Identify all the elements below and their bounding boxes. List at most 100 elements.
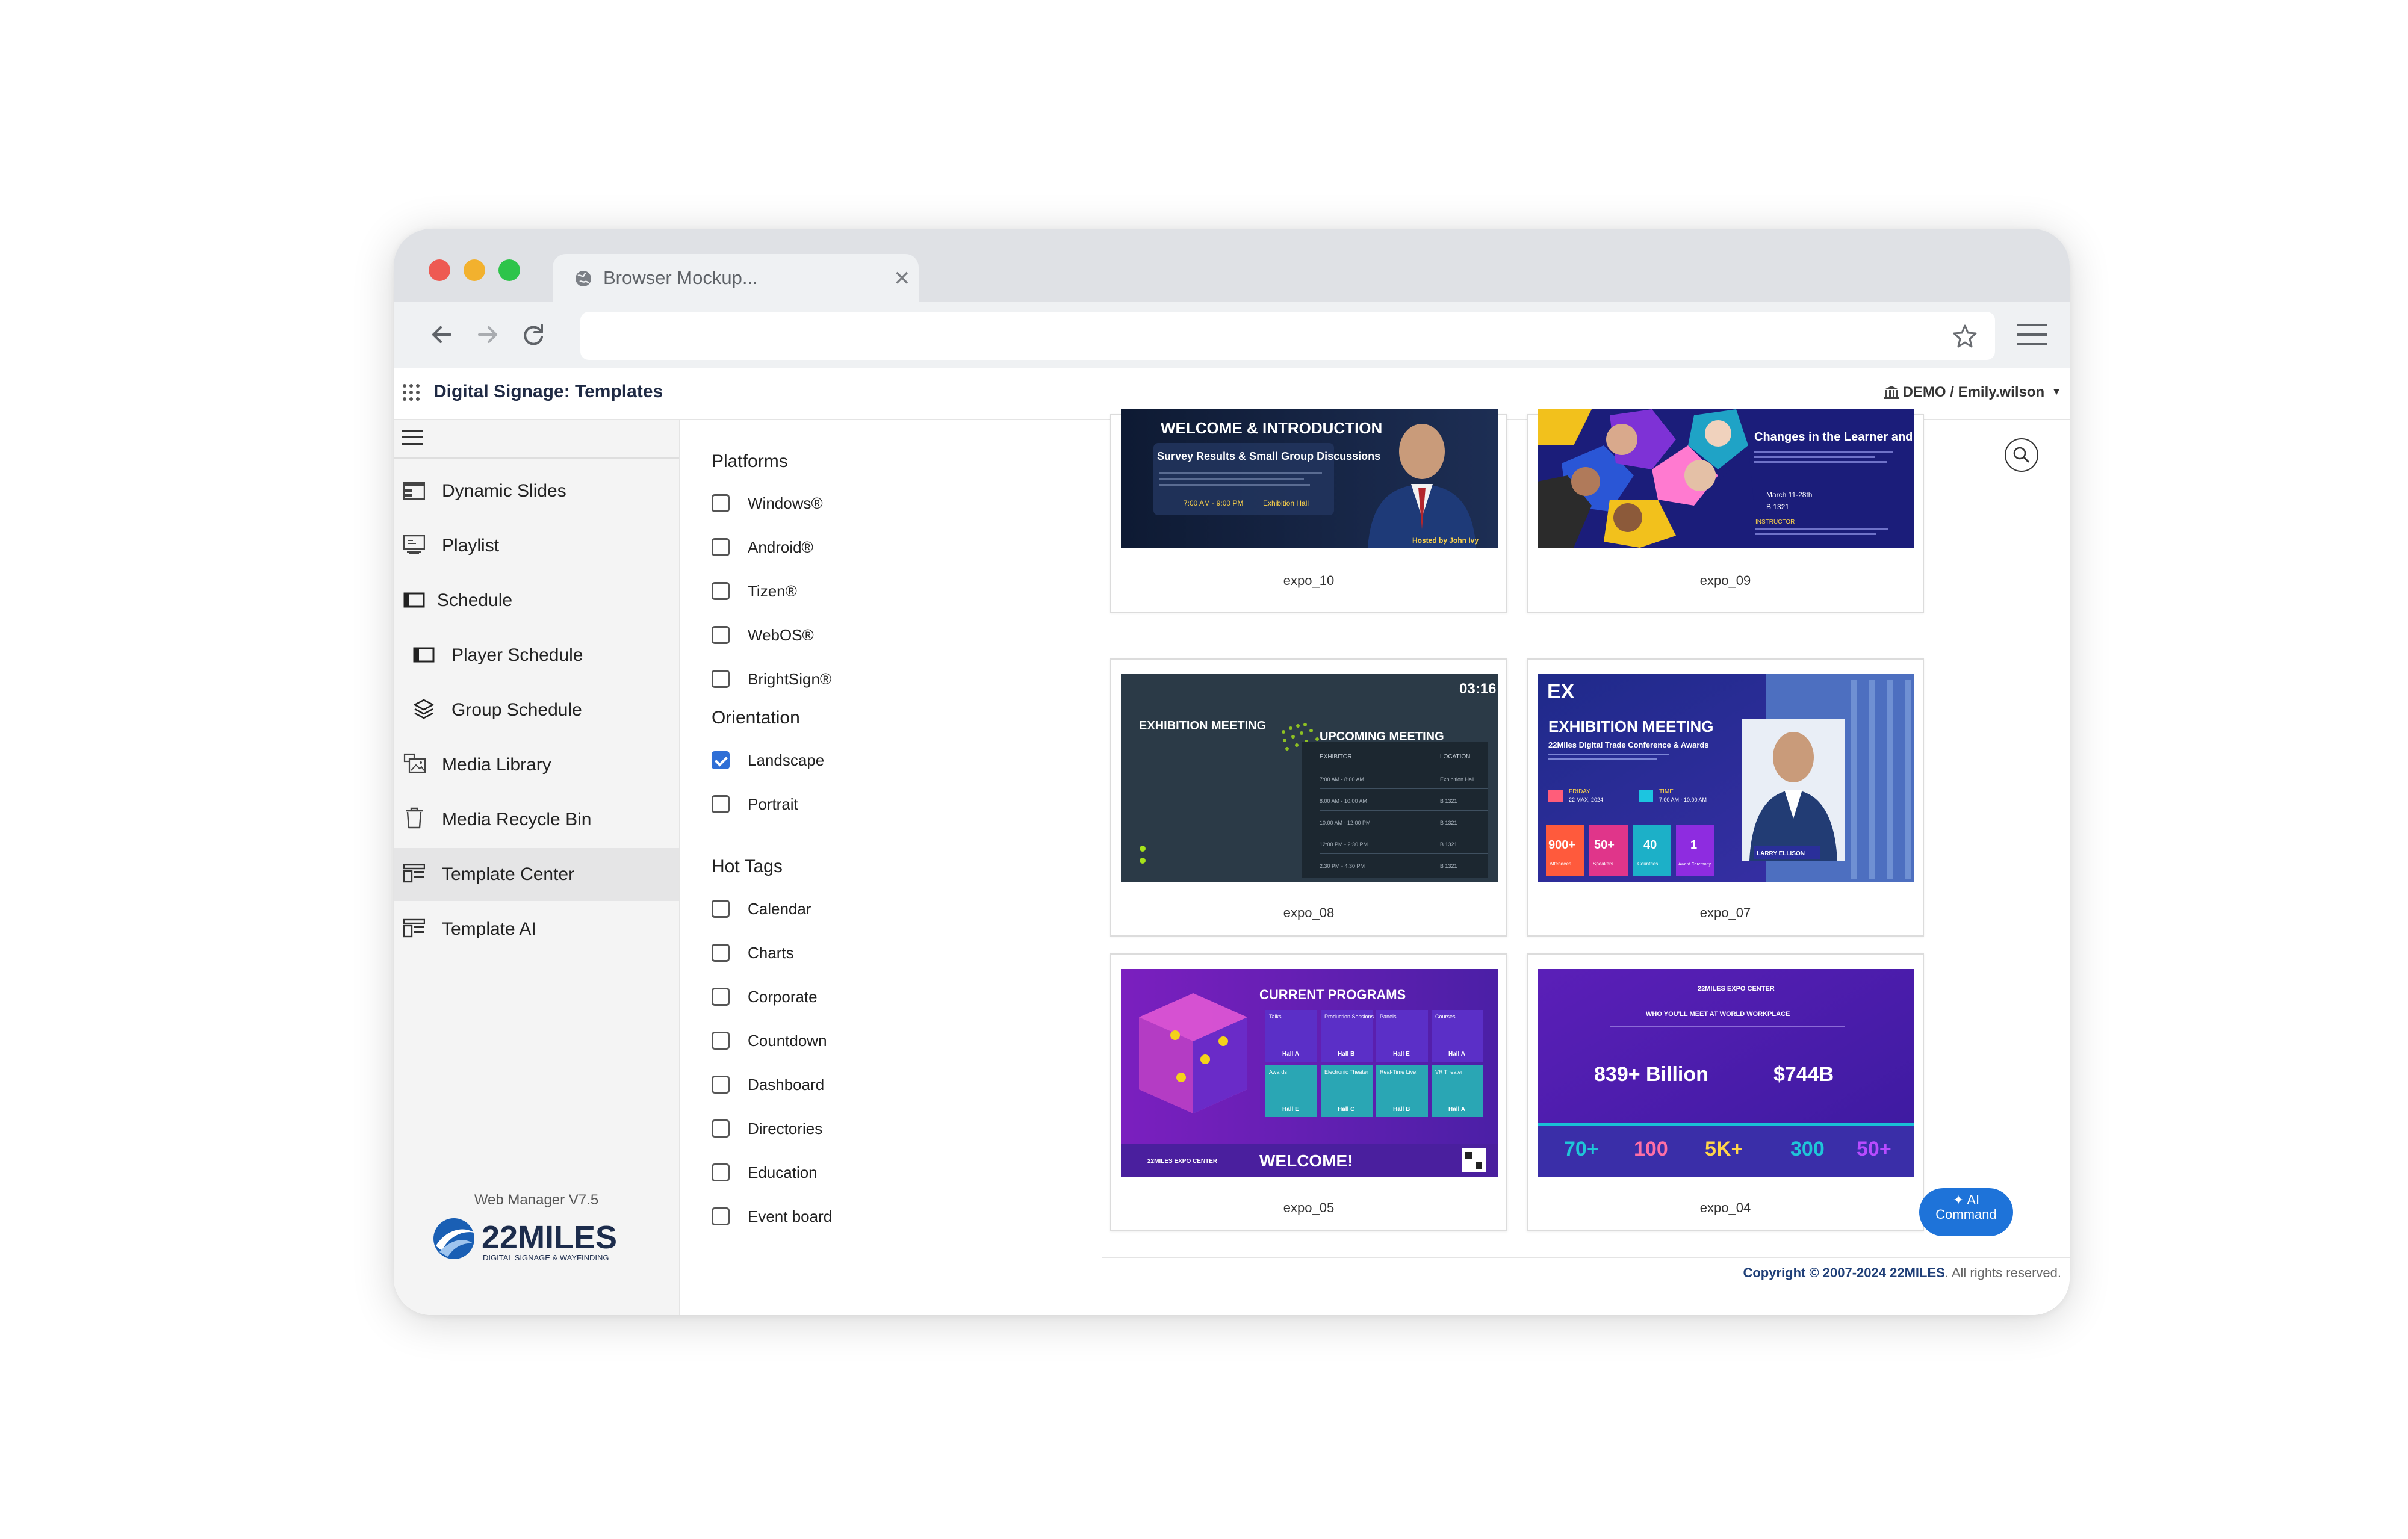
thumb-title: UPCOMING MEETING <box>1320 730 1444 743</box>
close-tab-icon[interactable]: ✕ <box>893 268 911 289</box>
template-card-expo-10[interactable]: WELCOME & INTRODUCTION Survey Results & … <box>1110 409 1507 613</box>
template-name: expo_04 <box>1699 1200 1751 1215</box>
template-card-expo-04[interactable]: 22MILES EXPO CENTER WHO YOU'LL MEET AT W… <box>1527 953 1924 1231</box>
checkbox[interactable] <box>712 1207 730 1225</box>
platform-android-option[interactable]: Android® <box>712 535 813 559</box>
checkbox[interactable] <box>712 538 730 556</box>
svg-text:22MILES: 22MILES <box>482 1219 617 1256</box>
thumb-stat: 100 <box>1634 1138 1668 1160</box>
search-button[interactable] <box>2005 438 2038 472</box>
platform-brightsign-option[interactable]: BrightSign® <box>712 667 831 691</box>
sidebar-item-player-schedule[interactable]: Player Schedule <box>394 629 679 682</box>
template-thumbnail: EX EXHIBITION MEETING 22Miles Digital Tr… <box>1538 674 1914 882</box>
thumb-row-location: B 1321 <box>1440 798 1457 804</box>
maximize-window-button[interactable] <box>498 259 520 281</box>
checkbox[interactable] <box>712 1032 730 1050</box>
sidebar-item-schedule[interactable]: Schedule <box>394 574 679 627</box>
sidebar-item-template-ai[interactable]: Template AI <box>394 903 679 956</box>
sidebar-item-label: Playlist <box>442 536 500 556</box>
thumb-hall: Hall B <box>1338 1051 1354 1057</box>
slides-icon <box>403 482 425 500</box>
schedule-icon <box>403 592 425 608</box>
bookmark-star-icon[interactable] <box>1952 323 1978 349</box>
thumb-host: Hosted by John Ivy <box>1412 536 1479 545</box>
page-title: Digital Signage: Templates <box>433 382 663 401</box>
checkbox[interactable] <box>712 944 730 962</box>
thumb-hall: Hall A <box>1282 1051 1299 1057</box>
checkbox[interactable] <box>712 494 730 512</box>
thumb-big-number: 839+ Billion <box>1594 1063 1708 1086</box>
platform-webos-option[interactable]: WebOS® <box>712 623 814 647</box>
thumb-instructor: LARRY ELLISON <box>1757 850 1805 857</box>
template-card-expo-05[interactable]: CURRENT PROGRAMS Talks Production Sessio… <box>1110 953 1507 1231</box>
thumb-cell-label: VR Theater <box>1435 1069 1463 1075</box>
orientation-landscape-option[interactable]: Landscape <box>712 748 824 772</box>
thumb-brand: 22MILES EXPO CENTER <box>1147 1158 1218 1165</box>
thumb-stat-label: Speakers <box>1593 861 1613 867</box>
sidebar-item-label: Group Schedule <box>452 700 582 720</box>
thumb-room: B 1321 <box>1766 503 1789 511</box>
tag-directories-option[interactable]: Directories <box>712 1116 822 1141</box>
sidebar-item-playlist[interactable]: Playlist <box>394 519 679 572</box>
checkbox[interactable] <box>712 582 730 600</box>
checkbox[interactable] <box>712 1076 730 1094</box>
forward-arrow-icon[interactable] <box>470 317 506 353</box>
template-card-expo-09[interactable]: Changes in the Learner and Learning Marc… <box>1527 409 1924 613</box>
checkbox[interactable] <box>712 1163 730 1181</box>
tag-charts-option[interactable]: Charts <box>712 941 794 965</box>
thumb-title: EXHIBITION MEETING <box>1548 717 1713 735</box>
orientation-heading: Orientation <box>712 708 800 728</box>
back-arrow-icon[interactable] <box>424 317 460 353</box>
browser-tab[interactable]: Browser Mockup... ✕ <box>553 254 919 302</box>
checkbox[interactable] <box>712 900 730 918</box>
orientation-portrait-option[interactable]: Portrait <box>712 792 798 816</box>
checkbox-checked[interactable] <box>712 751 730 769</box>
sidebar-item-label: Dynamic Slides <box>442 481 566 501</box>
tag-countdown-option[interactable]: Countdown <box>712 1029 827 1053</box>
browser-menu-icon[interactable] <box>2017 323 2047 347</box>
minimize-window-button[interactable] <box>464 259 485 281</box>
tag-dashboard-option[interactable]: Dashboard <box>712 1073 824 1097</box>
platform-tizen-option[interactable]: Tizen® <box>712 579 797 603</box>
thumb-hall: Hall E <box>1282 1106 1299 1113</box>
user-menu[interactable]: DEMO / Emily.wilson ▼ <box>1884 384 2061 401</box>
checkbox[interactable] <box>712 670 730 688</box>
address-bar[interactable] <box>580 312 1995 360</box>
template-card-expo-07[interactable]: EX EXHIBITION MEETING 22Miles Digital Tr… <box>1527 658 1924 937</box>
template-thumbnail: 22MILES EXPO CENTER WHO YOU'LL MEET AT W… <box>1538 969 1914 1177</box>
close-window-button[interactable] <box>429 259 450 281</box>
svg-text:DIGITAL SIGNAGE & WAYFINDING: DIGITAL SIGNAGE & WAYFINDING <box>483 1253 609 1262</box>
template-card-expo-08[interactable]: EXHIBITION MEETING UPCOMING MEETING 03:1… <box>1110 658 1507 937</box>
sidebar-item-label: Template Center <box>442 864 575 884</box>
tag-education-option[interactable]: Education <box>712 1160 818 1184</box>
ai-command-button[interactable]: ✦ AI Command <box>1919 1188 2013 1236</box>
thumb-subtitle: 22Miles Digital Trade Conference & Award… <box>1548 740 1709 749</box>
thumb-row-location: Exhibition Hall <box>1440 776 1474 782</box>
platform-windows-option[interactable]: Windows® <box>712 491 823 515</box>
tag-calendar-option[interactable]: Calendar <box>712 897 811 921</box>
trash-icon <box>406 807 423 829</box>
template-thumbnail: CURRENT PROGRAMS Talks Production Sessio… <box>1121 969 1498 1177</box>
app-grid-icon[interactable] <box>402 383 421 402</box>
sidebar-item-media-recycle-bin[interactable]: Media Recycle Bin <box>394 793 679 846</box>
checkbox[interactable] <box>712 988 730 1006</box>
sidebar-item-template-center[interactable]: Template Center <box>394 848 679 901</box>
tab-title: Browser Mockup... <box>603 267 758 288</box>
sidebar-toggle-icon[interactable] <box>402 430 423 445</box>
template-thumbnail: EXHIBITION MEETING UPCOMING MEETING 03:1… <box>1121 674 1498 882</box>
tag-corporate-option[interactable]: Corporate <box>712 985 818 1009</box>
sidebar-item-group-schedule[interactable]: Group Schedule <box>394 684 679 737</box>
sidebar-item-dynamic-slides[interactable]: Dynamic Slides <box>394 465 679 518</box>
checkbox[interactable] <box>712 795 730 813</box>
tag-event-board-option[interactable]: Event board <box>712 1204 832 1228</box>
browser-window: Browser Mockup... ✕ Digital Signage: Tem… <box>394 229 2070 1315</box>
checkbox[interactable] <box>712 1119 730 1138</box>
thumb-stat: 40 <box>1643 838 1657 852</box>
checkbox[interactable] <box>712 626 730 644</box>
reload-icon[interactable] <box>515 317 551 353</box>
thumb-stat-label: Attendees <box>1550 861 1571 867</box>
sidebar-item-media-library[interactable]: Media Library <box>394 739 679 791</box>
copyright: Copyright © 2007-2024 22MILES. All right… <box>1743 1265 2061 1281</box>
thumb-hall: Hall A <box>1448 1106 1465 1113</box>
thumb-cell-label: Talks <box>1269 1014 1282 1020</box>
